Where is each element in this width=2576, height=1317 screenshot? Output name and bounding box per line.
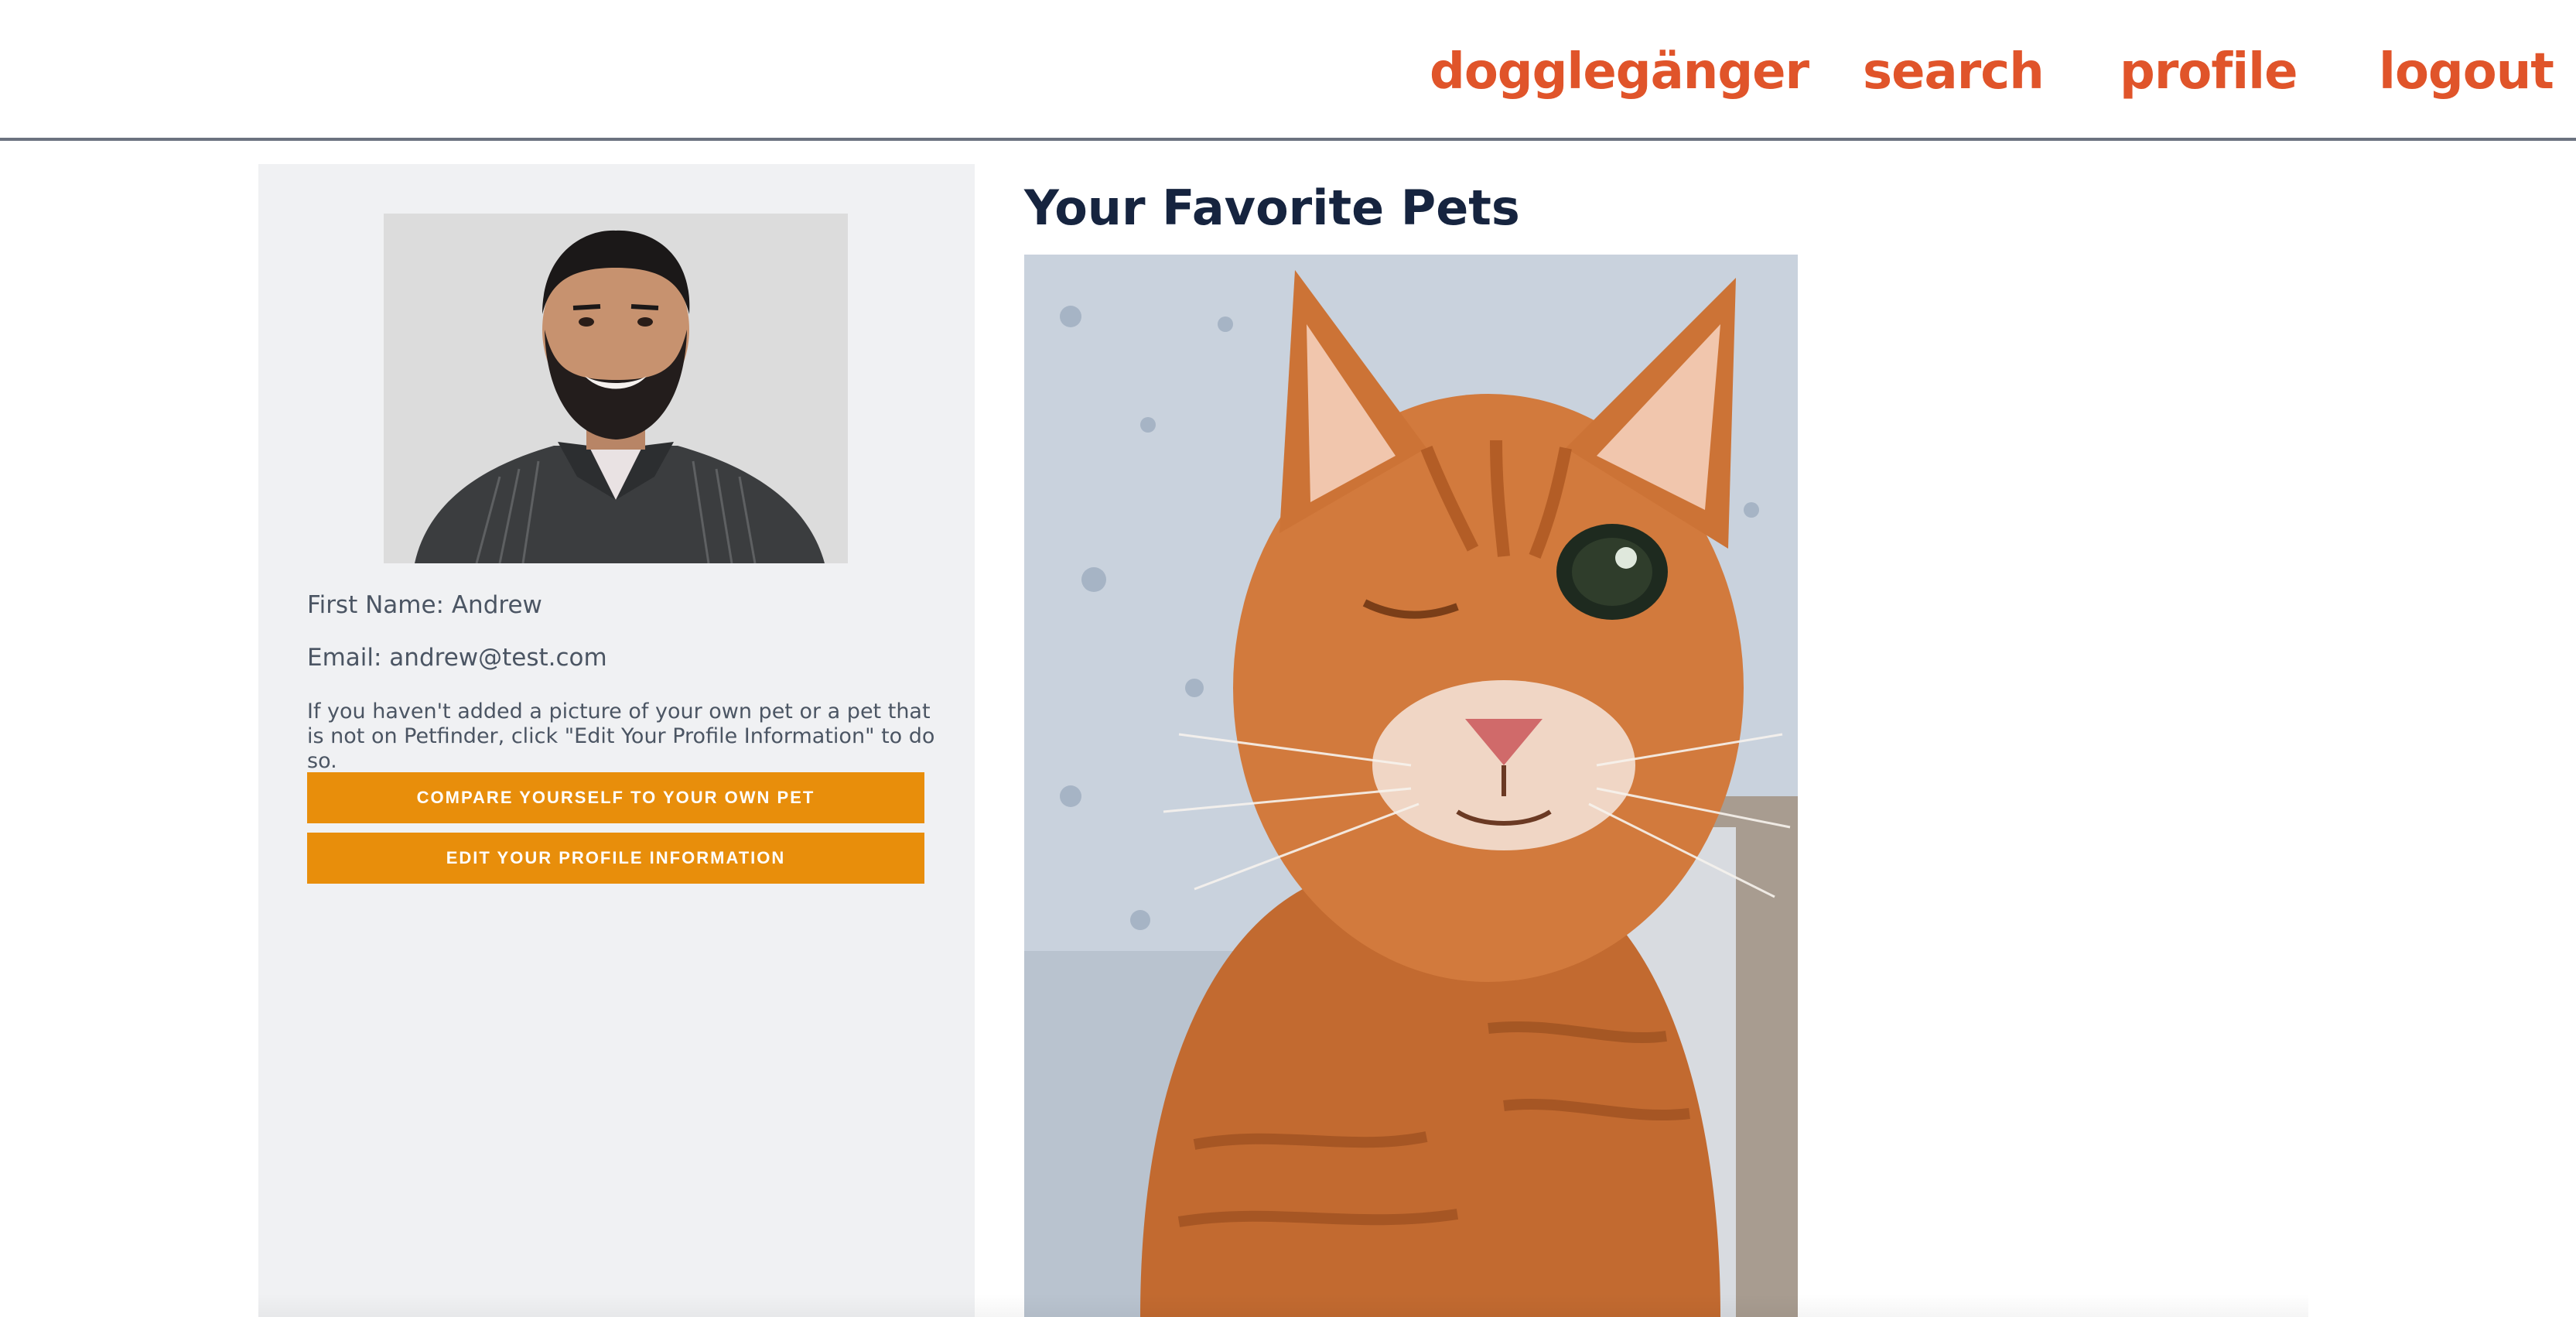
nav-profile-link[interactable]: profile	[2120, 37, 2298, 107]
edit-profile-button[interactable]: EDIT YOUR PROFILE INFORMATION	[307, 833, 924, 884]
user-avatar-photo	[384, 214, 848, 563]
profile-sidebar: First Name: Andrew Email: andrew@test.co…	[258, 164, 975, 1317]
nav-logout-link[interactable]: logout	[2379, 37, 2554, 107]
brand-logo-link[interactable]: dogglegänger	[1430, 37, 1809, 107]
favorite-pets-heading: Your Favorite Pets	[1024, 180, 1520, 236]
user-avatar-image	[384, 214, 848, 563]
profile-help-note: If you haven't added a picture of your o…	[307, 700, 935, 773]
top-navbar: dogglegänger search profile logout	[0, 0, 2576, 141]
favorite-pet-photo	[1024, 255, 1798, 1317]
compare-own-pet-button[interactable]: COMPARE YOURSELF TO YOUR OWN PET	[307, 772, 924, 823]
email-text: Email: andrew@test.com	[307, 644, 607, 672]
nav-search-link[interactable]: search	[1863, 37, 2045, 107]
first-name-text: First Name: Andrew	[307, 591, 542, 619]
favorite-pet-card[interactable]	[1024, 255, 1798, 1317]
